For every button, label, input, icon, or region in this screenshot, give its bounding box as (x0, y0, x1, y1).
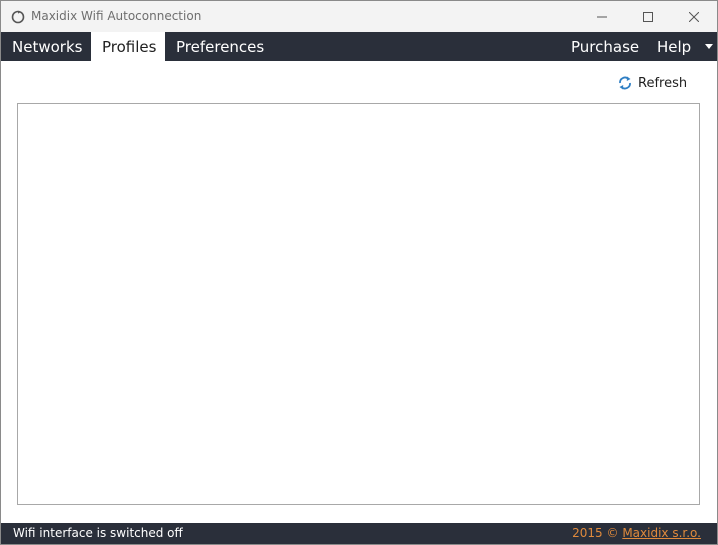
company-link[interactable]: Maxidix s.r.o. (622, 526, 701, 540)
copyright-year: 2015 © (572, 526, 619, 540)
app-icon (11, 9, 25, 24)
menu-bar: Networks Profiles Preferences Purchase H… (1, 32, 717, 61)
minimize-icon (597, 16, 607, 17)
close-button[interactable] (671, 1, 717, 32)
refresh-icon (617, 75, 633, 91)
menu-dropdown-button[interactable] (701, 32, 717, 61)
maximize-button[interactable] (625, 1, 671, 32)
tab-networks[interactable]: Networks (1, 32, 93, 61)
maximize-icon (643, 11, 653, 22)
minimize-button[interactable] (579, 1, 625, 32)
copyright: 2015 © Maxidix s.r.o. (572, 526, 701, 540)
profiles-list[interactable] (17, 103, 700, 505)
status-bar: Wifi interface is switched off 2015 © Ma… (1, 523, 717, 544)
refresh-button[interactable]: Refresh (617, 74, 687, 92)
chevron-down-icon (705, 44, 713, 49)
title-bar[interactable]: Maxidix Wifi Autoconnection (1, 1, 717, 32)
tab-profiles[interactable]: Profiles (91, 32, 165, 61)
tab-preferences[interactable]: Preferences (165, 32, 275, 61)
window-title: Maxidix Wifi Autoconnection (31, 9, 202, 23)
help-menu[interactable]: Help (646, 32, 702, 61)
purchase-menu[interactable]: Purchase (560, 32, 650, 61)
app-window: Maxidix Wifi Autoconnection Networks Pro… (0, 0, 718, 545)
refresh-label: Refresh (638, 75, 688, 91)
close-icon (689, 11, 699, 22)
status-text: Wifi interface is switched off (13, 526, 183, 540)
